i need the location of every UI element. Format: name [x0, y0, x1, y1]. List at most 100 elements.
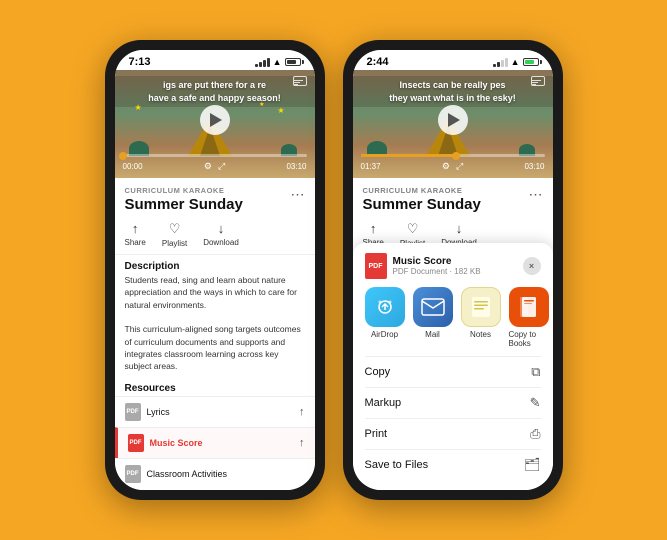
left-video[interactable]: igs are put there for a re have a safe a…: [115, 70, 315, 178]
download-lyrics-icon[interactable]: ↑: [299, 406, 305, 418]
time-current-left: 00:00: [123, 162, 143, 171]
right-phone: 2:44 ▲ Insects can be really pes they wa…: [343, 40, 563, 500]
pdf-icon-lyrics: PDF: [125, 403, 141, 421]
action-row-left: ↑ Share ♡ Playlist ↓ Download: [115, 217, 315, 255]
download-icon-left: ↓: [218, 221, 225, 236]
left-content-header: CURRICULUM KARAOKE Summer Sunday ⋯: [115, 178, 315, 217]
left-content: CURRICULUM KARAOKE Summer Sunday ⋯ ↑ Sha…: [115, 178, 315, 490]
resources-title-left: Resources: [115, 379, 315, 396]
airdrop-app[interactable]: AirDrop: [365, 287, 405, 348]
right-battery-icon: [523, 58, 539, 66]
resource-music-score[interactable]: PDF Music Score ↑: [115, 427, 315, 458]
resource-lyrics[interactable]: PDF Lyrics ↑: [115, 396, 315, 427]
play-button-left[interactable]: [200, 105, 230, 135]
share-sheet: PDF Music Score PDF Document · 182 KB ×: [353, 243, 553, 490]
airdrop-icon[interactable]: [365, 287, 405, 327]
markup-label: Markup: [365, 397, 402, 409]
resource-name-lyrics: Lyrics: [147, 407, 170, 417]
mail-icon[interactable]: [413, 287, 453, 327]
right-signal-icon: [493, 58, 508, 67]
right-content: CURRICULUM KARAOKE Summer Sunday ⋯ ↑ Sha…: [353, 178, 553, 490]
save-to-files-label: Save to Files: [365, 459, 429, 471]
download-icon-right: ↓: [456, 221, 463, 236]
download-music-icon[interactable]: ↑: [299, 437, 305, 449]
fullscreen-icon-left[interactable]: ⤢: [218, 161, 225, 172]
copy-action-icon: ⧉: [531, 364, 540, 380]
notes-app[interactable]: Notes: [461, 287, 501, 348]
description-text-left: Students read, sing and learn about natu…: [115, 274, 315, 379]
progress-bar-left[interactable]: [123, 154, 307, 157]
share-sheet-header: PDF Music Score PDF Document · 182 KB ×: [365, 253, 541, 279]
notes-icon[interactable]: [461, 287, 501, 327]
right-time: 2:44: [367, 56, 389, 68]
share-icon-right: ↑: [370, 221, 377, 236]
left-video-controls: 00:00 ⚙ ⤢ 03:10: [123, 154, 307, 172]
books-icon[interactable]: [509, 287, 549, 327]
share-file-name: Music Score: [393, 256, 481, 267]
print-action[interactable]: Print ⎙: [365, 418, 541, 449]
more-button-right[interactable]: ⋯: [529, 186, 543, 203]
copy-action[interactable]: Copy ⧉: [365, 356, 541, 387]
resource-classroom[interactable]: PDF Classroom Activities: [115, 458, 315, 489]
right-status-bar: 2:44 ▲: [353, 50, 553, 70]
files-action-icon: 🗂: [524, 457, 541, 473]
left-status-bar: 7:13 ▲: [115, 50, 315, 70]
settings-icon-left[interactable]: ⚙: [204, 161, 212, 172]
share-icon-left: ↑: [132, 221, 139, 236]
wifi-icon: ▲: [273, 57, 282, 67]
battery-icon: [285, 58, 301, 66]
left-time: 7:13: [129, 56, 151, 68]
markup-action-icon: ✎: [530, 395, 541, 411]
share-file-info: PDF Music Score PDF Document · 182 KB: [365, 253, 481, 279]
right-video[interactable]: Insects can be really pes they want what…: [353, 70, 553, 178]
print-label: Print: [365, 428, 388, 440]
song-title-right: Summer Sunday: [363, 196, 481, 213]
pdf-icon-classroom: PDF: [125, 465, 141, 483]
play-button-right[interactable]: [438, 105, 468, 135]
progress-bar-right[interactable]: [361, 154, 545, 157]
time-total-right: 03:10: [524, 162, 544, 171]
time-total-left: 03:10: [286, 162, 306, 171]
left-screen: 7:13 ▲ igs are put there for a re have a…: [115, 50, 315, 490]
close-share-button[interactable]: ×: [523, 257, 541, 275]
settings-icon-right[interactable]: ⚙: [442, 161, 450, 172]
left-phone: 7:13 ▲ igs are put there for a re have a…: [105, 40, 325, 500]
share-pdf-icon: PDF: [365, 253, 387, 279]
mail-app[interactable]: Mail: [413, 287, 453, 348]
song-title-left: Summer Sunday: [125, 196, 243, 213]
right-status-icons: ▲: [493, 57, 539, 67]
copy-label: Copy: [365, 366, 391, 378]
share-file-details: PDF Document · 182 KB: [393, 267, 481, 276]
download-btn-left[interactable]: ↓ Download: [203, 221, 239, 248]
cast-icon-left[interactable]: [293, 76, 307, 86]
right-video-controls: 01:37 ⚙ ⤢ 03:10: [361, 154, 545, 172]
print-action-icon: ⎙: [530, 426, 540, 442]
signal-icon: [255, 58, 270, 67]
cast-icon-right[interactable]: [531, 76, 545, 86]
share-apps-row: AirDrop Mail: [365, 287, 541, 348]
fullscreen-icon-right[interactable]: ⤢: [456, 161, 463, 172]
playlist-icon-right: ♡: [407, 221, 419, 237]
mail-label: Mail: [425, 330, 440, 339]
markup-action[interactable]: Markup ✎: [365, 387, 541, 418]
resource-name-music: Music Score: [150, 438, 203, 448]
resource-name-classroom: Classroom Activities: [147, 469, 228, 479]
books-label: Copy to Books: [509, 330, 549, 348]
share-btn-left[interactable]: ↑ Share: [125, 221, 146, 248]
playlist-btn-left[interactable]: ♡ Playlist: [162, 221, 187, 248]
right-screen: 2:44 ▲ Insects can be really pes they wa…: [353, 50, 553, 490]
description-title-left: Description: [115, 255, 315, 274]
notes-label: Notes: [470, 330, 491, 339]
right-wifi-icon: ▲: [511, 57, 520, 67]
left-status-icons: ▲: [255, 57, 301, 67]
playlist-icon-left: ♡: [169, 221, 181, 237]
time-current-right: 01:37: [361, 162, 381, 171]
more-button-left[interactable]: ⋯: [291, 186, 305, 203]
books-app[interactable]: Copy to Books: [509, 287, 549, 348]
airdrop-label: AirDrop: [371, 330, 398, 339]
pdf-icon-music: PDF: [128, 434, 144, 452]
curriculum-label-left: CURRICULUM KARAOKE: [125, 186, 243, 195]
save-to-files-action[interactable]: Save to Files 🗂: [365, 449, 541, 480]
curriculum-label-right: CURRICULUM KARAOKE: [363, 186, 481, 195]
right-content-header: CURRICULUM KARAOKE Summer Sunday ⋯: [353, 178, 553, 217]
